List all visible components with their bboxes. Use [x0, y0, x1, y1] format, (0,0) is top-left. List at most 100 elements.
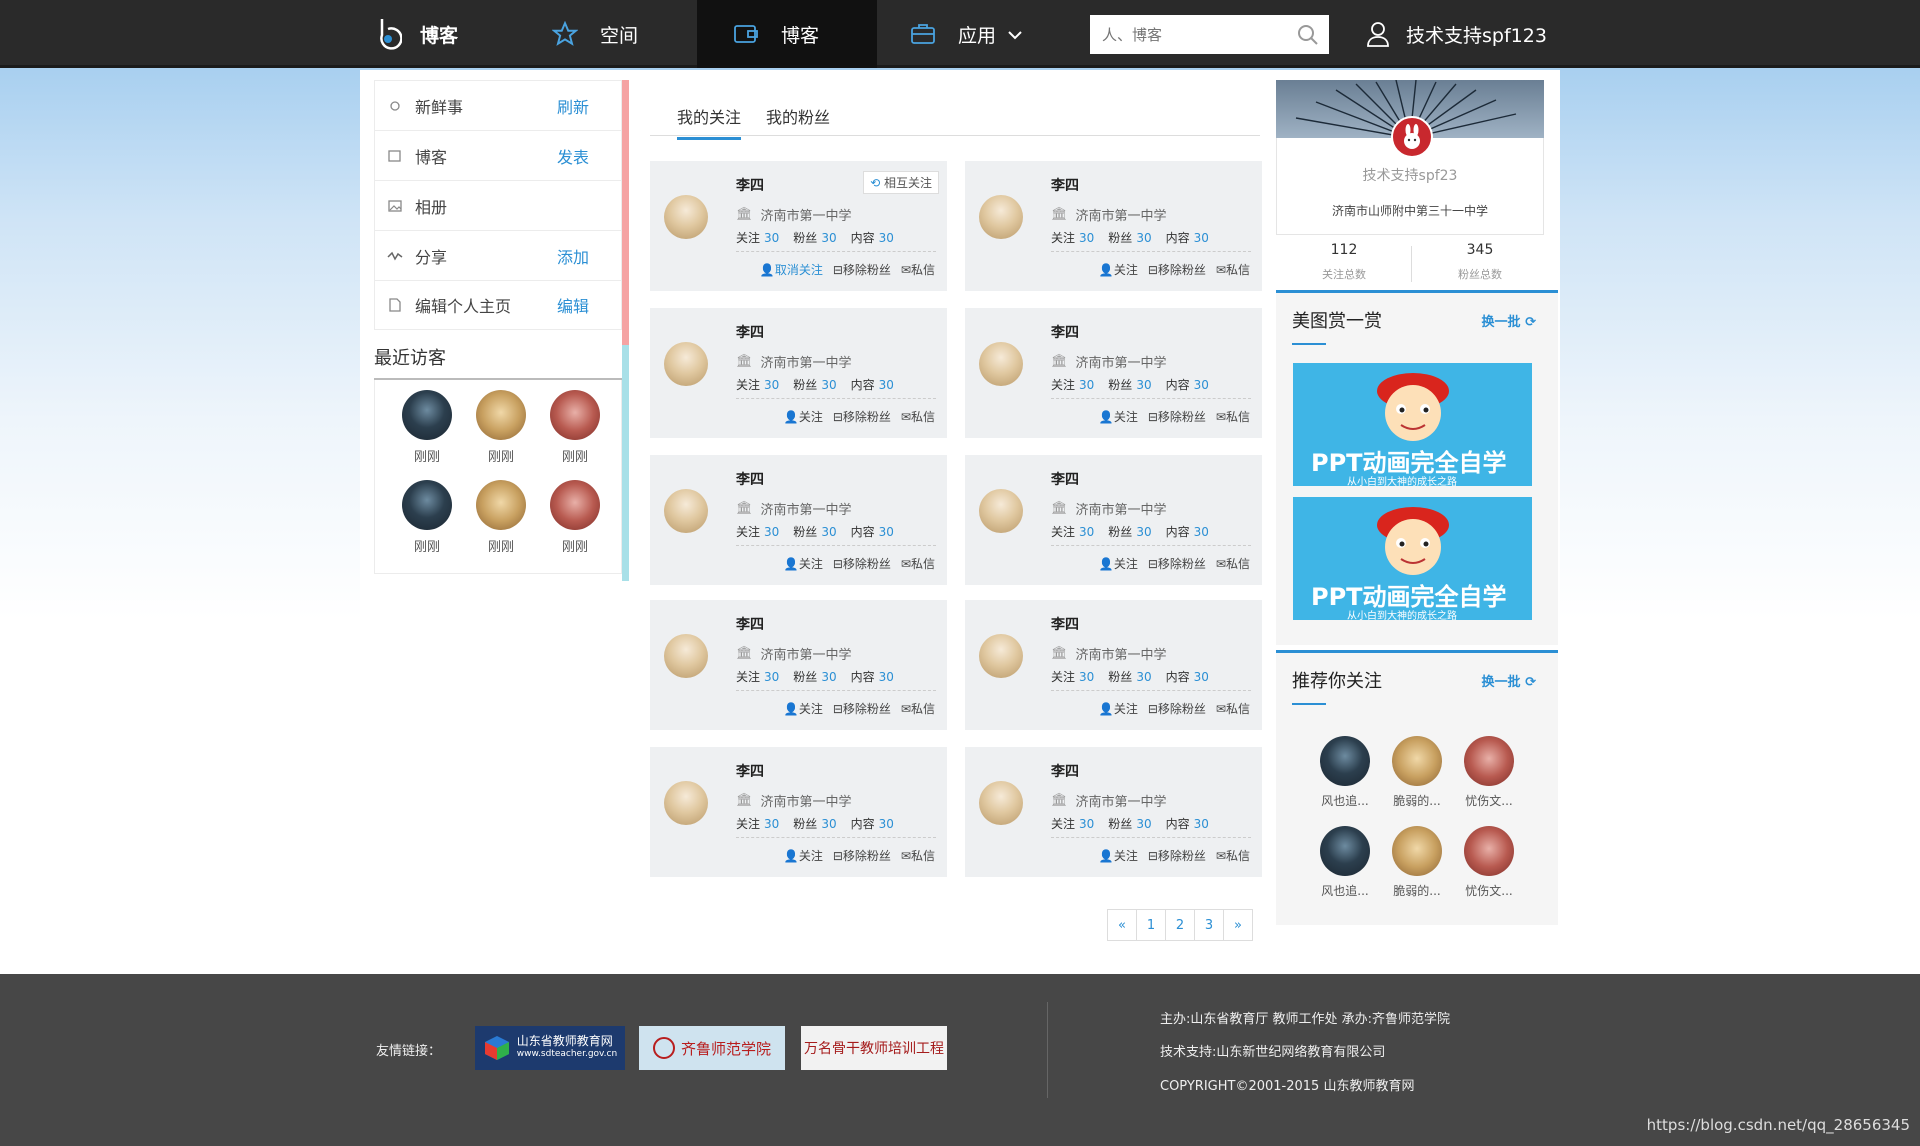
avatar[interactable] [979, 342, 1023, 386]
remove-fan-button[interactable]: ⊟移除粉丝 [1148, 408, 1206, 425]
stat-follow[interactable]: 30 [1079, 817, 1094, 831]
edit-link[interactable]: 编辑 [557, 293, 589, 317]
remove-fan-button[interactable]: ⊟移除粉丝 [1148, 555, 1206, 572]
card-name[interactable]: 李四 [1051, 469, 1079, 489]
link-sd-teacher[interactable]: 山东省教师教育网 www.sdteacher.gov.cn [475, 1026, 625, 1070]
visitor[interactable]: 刚刚 [545, 480, 605, 555]
stat-follow[interactable]: 30 [764, 231, 779, 245]
stat-fans[interactable]: 30 [1136, 670, 1151, 684]
gallery-refresh-button[interactable]: 换一批 ⟳ [1482, 311, 1536, 330]
menu-item-news[interactable]: 新鲜事 刷新 [374, 80, 622, 130]
stat-content[interactable]: 30 [1194, 525, 1209, 539]
card-name[interactable]: 李四 [1051, 761, 1079, 781]
link-qilu[interactable]: 齐鲁师范学院 [639, 1026, 785, 1070]
message-button[interactable]: ✉私信 [901, 261, 935, 278]
follow-button[interactable]: 👤关注 [1099, 700, 1138, 717]
stat-fans[interactable]: 30 [1136, 378, 1151, 392]
stat-follow[interactable]: 30 [764, 525, 779, 539]
message-button[interactable]: ✉私信 [901, 847, 935, 864]
tab-fans[interactable]: 我的粉丝 [766, 104, 830, 128]
message-button[interactable]: ✉私信 [901, 555, 935, 572]
card-name[interactable]: 李四 [736, 761, 764, 781]
message-button[interactable]: ✉私信 [1216, 847, 1250, 864]
stat-content[interactable]: 30 [1194, 378, 1209, 392]
gallery-image[interactable]: PPT动画完全自学 从小白到大神的成长之路 [1293, 363, 1532, 486]
stat-content[interactable]: 30 [879, 670, 894, 684]
follow-button[interactable]: 👤关注 [784, 555, 823, 572]
remove-fan-button[interactable]: ⊟移除粉丝 [833, 555, 891, 572]
avatar[interactable] [664, 634, 708, 678]
nav-apps[interactable]: 应用 [910, 0, 1022, 68]
search-icon[interactable] [1297, 24, 1319, 50]
page-1[interactable]: 1 [1136, 909, 1166, 941]
avatar[interactable] [664, 342, 708, 386]
menu-item-edit-home[interactable]: 编辑个人主页 编辑 [374, 280, 622, 330]
avatar[interactable] [664, 781, 708, 825]
recommend-user[interactable]: 风也追... [1312, 736, 1378, 809]
search-input[interactable] [1090, 16, 1280, 53]
stat-fans[interactable]: 30 [821, 670, 836, 684]
message-button[interactable]: ✉私信 [1216, 261, 1250, 278]
recommend-user[interactable]: 脆弱的... [1384, 826, 1450, 899]
link-training[interactable]: 万名骨干教师培训工程 [801, 1026, 947, 1070]
nav-space[interactable]: 空间 [552, 0, 638, 68]
stat-follow[interactable]: 30 [764, 817, 779, 831]
message-button[interactable]: ✉私信 [901, 408, 935, 425]
avatar[interactable] [979, 781, 1023, 825]
follow-button[interactable]: 👤关注 [784, 847, 823, 864]
remove-fan-button[interactable]: ⊟移除粉丝 [1148, 261, 1206, 278]
card-name[interactable]: 李四 [736, 469, 764, 489]
logo[interactable]: 博客 [374, 0, 458, 68]
visitor[interactable]: 刚刚 [397, 390, 457, 465]
menu-item-album[interactable]: 相册 [374, 180, 622, 230]
stat-fans[interactable]: 30 [821, 378, 836, 392]
avatar[interactable] [979, 489, 1023, 533]
stat-fans[interactable]: 30 [821, 231, 836, 245]
page-2[interactable]: 2 [1165, 909, 1195, 941]
refresh-link[interactable]: 刷新 [557, 94, 589, 118]
stat-fans[interactable]: 30 [1136, 817, 1151, 831]
remove-fan-button[interactable]: ⊟移除粉丝 [1148, 700, 1206, 717]
message-button[interactable]: ✉私信 [1216, 700, 1250, 717]
avatar[interactable] [664, 489, 708, 533]
stat-content[interactable]: 30 [879, 525, 894, 539]
stat-fans[interactable]: 30 [1136, 525, 1151, 539]
page-next[interactable]: » [1223, 909, 1253, 941]
card-name[interactable]: 李四 [736, 614, 764, 634]
follow-button[interactable]: 👤关注 [1099, 261, 1138, 278]
recommend-user[interactable]: 脆弱的... [1384, 736, 1450, 809]
stat-content[interactable]: 30 [879, 817, 894, 831]
avatar[interactable] [664, 195, 708, 239]
follow-button[interactable]: 👤关注 [784, 408, 823, 425]
stat-content[interactable]: 30 [1194, 670, 1209, 684]
fans-count[interactable]: 345 [1412, 242, 1548, 258]
message-button[interactable]: ✉私信 [1216, 408, 1250, 425]
page-prev[interactable]: « [1107, 909, 1137, 941]
page-3[interactable]: 3 [1194, 909, 1224, 941]
remove-fan-button[interactable]: ⊟移除粉丝 [833, 408, 891, 425]
visitor[interactable]: 刚刚 [471, 390, 531, 465]
stat-fans[interactable]: 30 [1136, 231, 1151, 245]
visitor[interactable]: 刚刚 [397, 480, 457, 555]
stat-follow[interactable]: 30 [1079, 525, 1094, 539]
user-menu[interactable]: 技术支持spf123 [1366, 0, 1547, 68]
stat-fans[interactable]: 30 [821, 817, 836, 831]
stat-follow[interactable]: 30 [764, 670, 779, 684]
tab-following[interactable]: 我的关注 [677, 104, 742, 140]
menu-item-blog[interactable]: 博客 发表 [374, 130, 622, 180]
stat-follow[interactable]: 30 [1079, 231, 1094, 245]
menu-item-share[interactable]: 分享 添加 [374, 230, 622, 280]
follow-button[interactable]: 👤关注 [784, 700, 823, 717]
recommend-user[interactable]: 忧伤文... [1456, 736, 1522, 809]
card-name[interactable]: 李四 [736, 322, 764, 342]
follow-button[interactable]: 👤关注 [1099, 408, 1138, 425]
remove-fan-button[interactable]: ⊟移除粉丝 [1148, 847, 1206, 864]
stat-content[interactable]: 30 [879, 231, 894, 245]
card-name[interactable]: 李四 [1051, 322, 1079, 342]
nav-blog[interactable]: 博客 [697, 0, 877, 68]
stat-content[interactable]: 30 [1194, 231, 1209, 245]
stat-content[interactable]: 30 [1194, 817, 1209, 831]
stat-follow[interactable]: 30 [764, 378, 779, 392]
card-name[interactable]: 李四 [1051, 614, 1079, 634]
stat-fans[interactable]: 30 [821, 525, 836, 539]
